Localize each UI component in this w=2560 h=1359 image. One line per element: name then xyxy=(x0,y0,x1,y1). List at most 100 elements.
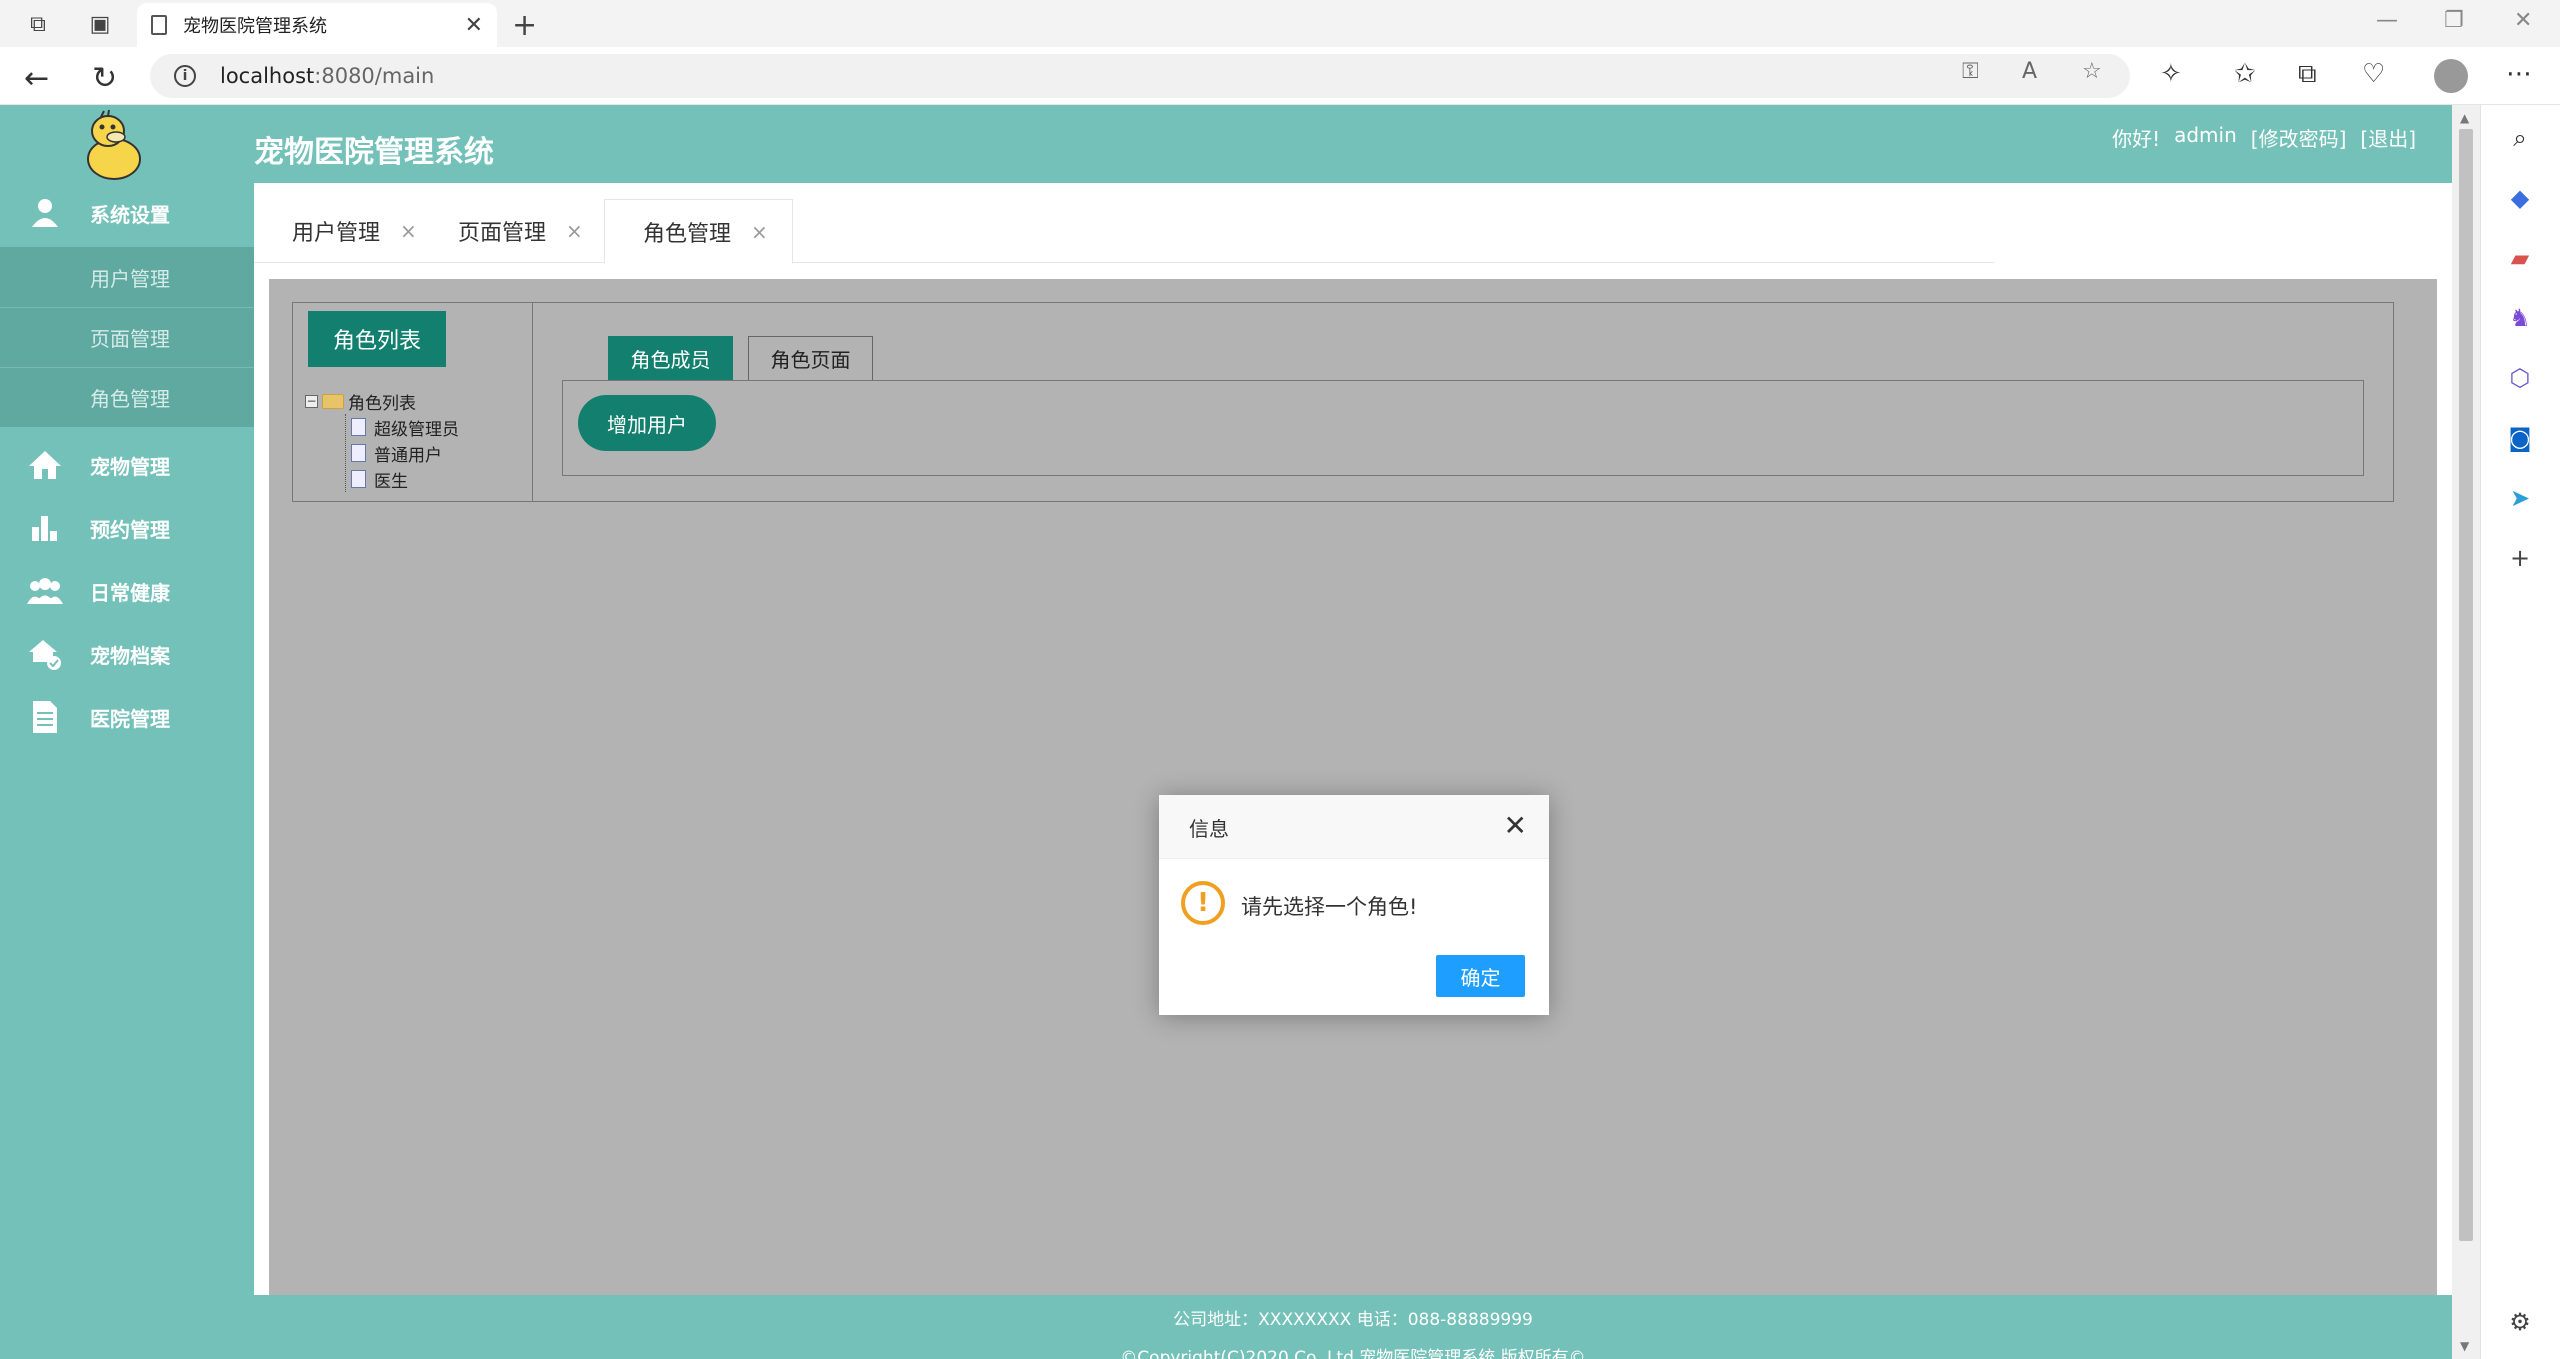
tree-item[interactable]: 超级管理员 xyxy=(305,414,459,440)
key-icon[interactable]: ⚿ xyxy=(1962,59,1979,84)
favorite-star-icon[interactable]: ☆ xyxy=(2082,59,2102,84)
ok-button[interactable]: 确定 xyxy=(1436,955,1525,997)
change-password-link[interactable]: [修改密码] xyxy=(2251,123,2347,152)
group-icon xyxy=(22,568,68,614)
favorites-icon[interactable]: ✩ xyxy=(2234,59,2256,89)
username: admin xyxy=(2174,123,2237,147)
sidebar-item-roles[interactable]: 角色管理 xyxy=(0,367,254,427)
url-text: localhost:8080/main xyxy=(220,64,435,88)
file-icon xyxy=(351,470,366,488)
add-user-button[interactable]: 增加用户 xyxy=(578,395,716,451)
dialog-title: 信息 xyxy=(1189,817,1229,841)
app-header: 宠物医院管理系统 你好! admin [修改密码] [退出] xyxy=(0,105,2452,183)
browser-tab[interactable]: 宠物医院管理系统 ✕ xyxy=(137,3,497,47)
minimize-button[interactable]: — xyxy=(2376,8,2398,33)
new-tab-button[interactable]: + xyxy=(512,8,537,43)
outlook-icon[interactable]: ◙ xyxy=(2503,421,2537,455)
tag-icon[interactable]: ◆ xyxy=(2503,181,2537,215)
dialog-header: 信息 ✕ xyxy=(1159,795,1549,859)
main-content: 用户管理 × 页面管理 × 角色管理 × 角色列表 − 角色列表 超级管理员 普… xyxy=(254,183,2452,1295)
app-title: 宠物医院管理系统 xyxy=(254,135,494,170)
search-icon[interactable]: ⌕ xyxy=(2503,121,2537,155)
settings-gear-icon[interactable]: ⚙ xyxy=(2503,1305,2537,1339)
sidebar-item-pets[interactable]: 宠物管理 xyxy=(0,435,254,495)
scroll-up-arrow[interactable]: ▲ xyxy=(2460,111,2469,125)
house-check-icon xyxy=(22,631,68,677)
role-detail-panel: 角色成员 角色页面 增加用户 xyxy=(533,303,2393,501)
role-members-panel: 增加用户 xyxy=(562,380,2364,476)
tab-pages[interactable]: 页面管理 × xyxy=(420,199,607,263)
browser-tab-title: 宠物医院管理系统 xyxy=(183,16,327,37)
tab-roles[interactable]: 角色管理 × xyxy=(604,199,793,264)
folder-icon xyxy=(322,393,344,409)
sidebar-item-system-settings[interactable]: 系统设置 xyxy=(0,183,254,243)
info-icon[interactable]: i xyxy=(174,65,196,87)
health-icon[interactable]: ♡ xyxy=(2362,59,2385,89)
page-scrollbar[interactable]: ▲ ▼ xyxy=(2452,105,2480,1359)
close-tab-icon[interactable]: ✕ xyxy=(465,13,483,38)
send-icon[interactable]: ➤ xyxy=(2503,481,2537,515)
sidebar-item-pages[interactable]: 页面管理 xyxy=(0,307,254,367)
warning-icon: ! xyxy=(1181,881,1225,925)
back-icon[interactable]: ← xyxy=(24,61,49,96)
tree-item[interactable]: 医生 xyxy=(305,466,459,492)
refresh-icon[interactable]: ↻ xyxy=(92,61,117,96)
tab-users[interactable]: 用户管理 × xyxy=(254,199,441,263)
bar-chart-icon xyxy=(22,505,68,551)
collections-icon[interactable]: ⧉ xyxy=(2298,59,2317,90)
tree-item[interactable]: 普通用户 xyxy=(305,440,459,466)
dialog-message: 请先选择一个角色! xyxy=(1241,895,1418,919)
tree-root[interactable]: − 角色列表 xyxy=(305,388,459,414)
sidebar-item-appointments[interactable]: 预约管理 xyxy=(0,498,254,558)
close-icon[interactable]: ✕ xyxy=(1504,809,1527,842)
greeting-text: 你好! xyxy=(2112,127,2161,151)
more-menu-icon[interactable]: ⋯ xyxy=(2506,59,2532,89)
collapse-icon[interactable]: − xyxy=(305,394,318,408)
logout-link[interactable]: [退出] xyxy=(2360,123,2416,152)
scroll-down-arrow[interactable]: ▼ xyxy=(2460,1339,2469,1353)
role-list-button[interactable]: 角色列表 xyxy=(308,311,446,367)
edge-sidebar: ⌕ ◆ ▰ ♞ ⬡ ◙ ➤ + ⚙ xyxy=(2480,105,2560,1359)
office-icon[interactable]: ⬡ xyxy=(2503,361,2537,395)
role-list-panel: 角色列表 − 角色列表 超级管理员 普通用户 医生 xyxy=(293,303,533,501)
role-management-frame: 角色列表 − 角色列表 超级管理员 普通用户 医生 角色成员 角色页面 增加用户 xyxy=(292,302,2394,502)
app: 宠物医院管理系统 你好! admin [修改密码] [退出] 系统设置 用户管理… xyxy=(0,105,2452,1359)
user-info: 你好! admin [修改密码] [退出] xyxy=(2112,123,2416,152)
tab-role-pages[interactable]: 角色页面 xyxy=(748,336,873,380)
sidebar-item-health[interactable]: 日常健康 xyxy=(0,561,254,621)
profile-avatar[interactable] xyxy=(2434,59,2468,93)
footer-address: 公司地址：XXXXXXXX 电话：088-88889999 xyxy=(1173,1310,1533,1330)
extensions-icon[interactable]: ✧ xyxy=(2160,59,2182,89)
page-icon xyxy=(151,15,167,35)
duck-logo xyxy=(87,109,141,180)
app-tab-bar: 用户管理 × 页面管理 × 角色管理 × xyxy=(254,199,1994,264)
address-bar[interactable]: i localhost:8080/main xyxy=(150,54,2130,98)
maximize-button[interactable]: ❐ xyxy=(2444,8,2464,33)
sidebar-item-users[interactable]: 用户管理 xyxy=(0,247,254,307)
home-icon xyxy=(22,442,68,488)
file-icon xyxy=(351,444,366,462)
browser-tab-bar: ⧉ ▣ 宠物医院管理系统 ✕ + — ❐ ✕ xyxy=(0,0,2560,47)
add-icon[interactable]: + xyxy=(2503,541,2537,575)
sidebar: 系统设置 用户管理 页面管理 角色管理 宠物管理 预约管理 日常健康 宠物档案 … xyxy=(0,183,254,1359)
tab-workspace: 角色列表 − 角色列表 超级管理员 普通用户 医生 角色成员 角色页面 增加用户 xyxy=(269,279,2437,1295)
tab-role-members[interactable]: 角色成员 xyxy=(608,336,733,380)
workspaces-icon[interactable]: ⧉ xyxy=(24,10,52,38)
footer: 公司地址：XXXXXXXX 电话：088-88889999 ©Copyright… xyxy=(254,1295,2452,1359)
scrollbar-thumb[interactable] xyxy=(2459,129,2473,1241)
role-tree: − 角色列表 超级管理员 普通用户 医生 xyxy=(305,388,459,492)
close-icon[interactable]: × xyxy=(566,219,583,243)
sidebar-item-archives[interactable]: 宠物档案 xyxy=(0,624,254,684)
close-window-button[interactable]: ✕ xyxy=(2514,8,2532,33)
games-icon[interactable]: ♞ xyxy=(2503,301,2537,335)
close-icon[interactable]: × xyxy=(751,220,768,244)
toolbox-icon[interactable]: ▰ xyxy=(2503,241,2537,275)
close-icon[interactable]: × xyxy=(400,219,417,243)
info-dialog: 信息 ✕ ! 请先选择一个角色! 确定 xyxy=(1159,795,1549,1015)
user-icon xyxy=(22,190,68,236)
sidebar-item-hospital[interactable]: 医院管理 xyxy=(0,687,254,747)
read-aloud-icon[interactable]: A xyxy=(2022,59,2037,84)
vertical-tabs-icon[interactable]: ▣ xyxy=(86,10,114,38)
document-icon xyxy=(22,694,68,740)
address-bar-row: ← ↻ i localhost:8080/main ⚿ A ☆ ✧ ✩ ⧉ ♡ … xyxy=(0,47,2560,105)
